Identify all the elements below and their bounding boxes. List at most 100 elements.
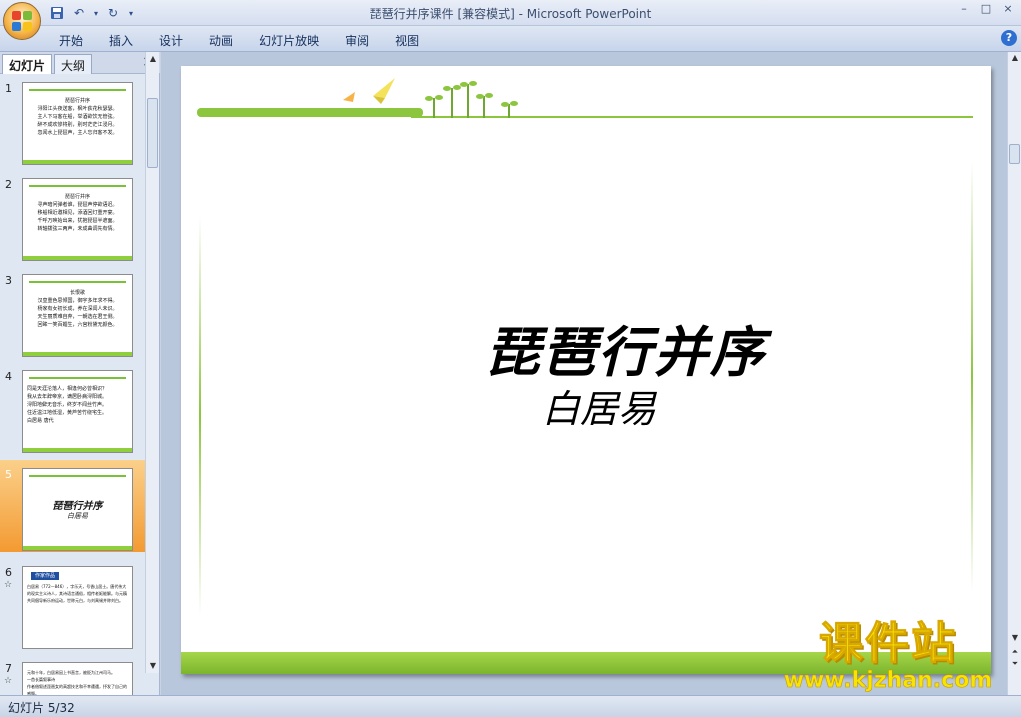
scroll-thumb[interactable] [147, 98, 158, 168]
animation-indicator-icon: ☆ [4, 676, 13, 686]
thumbnail-text: 元和十年，白居易因上书直言，被贬为江州司马。 一首长篇叙事诗 作者借叙述琵琶女的… [27, 670, 127, 695]
slide-title[interactable]: 琵琶行并序 [181, 308, 991, 387]
tab-review[interactable]: 审阅 [332, 30, 382, 51]
thumbnail-scrollbar[interactable]: ▲ ▼ [145, 52, 159, 673]
thumbnail-text: 琵琶行并序 寻声暗问弹者谁，琵琶声停欲语迟。 移船相近邀相见，添酒回灯重开宴。 … [37, 194, 118, 232]
slide-number: 5 [5, 468, 12, 481]
maximize-button[interactable]: □ [979, 2, 993, 16]
office-button[interactable] [3, 2, 41, 40]
sprout-decor [508, 104, 510, 118]
thumbnail-title: 琵琶行并序 [52, 501, 103, 512]
ribbon-tabs: 开始 插入 设计 动画 幻灯片放映 审阅 视图 [46, 30, 432, 51]
editor-scrollbar[interactable]: ▲ ▼ ⏶ ⏷ [1007, 52, 1021, 695]
tab-slideshow[interactable]: 幻灯片放映 [246, 30, 332, 51]
sprout-leaf [501, 102, 509, 107]
thumb-green-band [23, 448, 132, 452]
slide-number: 2 [5, 178, 12, 191]
decor-green-bar [197, 108, 423, 117]
tab-animation[interactable]: 动画 [196, 30, 246, 51]
sprout-leaf [476, 94, 484, 99]
tab-outline[interactable]: 大纲 [54, 54, 93, 74]
slide-number: 1 [5, 82, 12, 95]
thumbnail-row[interactable]: 2 琵琶行并序 寻声暗问弹者谁，琵琶声停欲语迟。 移船相近邀相见，添酒回灯重开宴… [0, 170, 145, 262]
close-button[interactable]: × [1001, 2, 1015, 16]
thumbnail-row[interactable]: 3 长恨歌 汉皇重色思倾国，御宇多年求不得。 杨家有女初长成，养在深闺人未识。 … [0, 266, 145, 358]
sprout-decor [483, 96, 485, 118]
status-bar: 幻灯片 5/32 [0, 695, 1021, 717]
title-bar: ↶ ▾ ↻ ▾ 琵琶行并序课件 [兼容模式] - Microsoft Power… [0, 0, 1021, 26]
panel-tabs: 幻灯片 大纲 × [0, 52, 160, 74]
thumb-green-line [29, 89, 126, 91]
thumb-green-band [23, 546, 132, 550]
watermark-url: www.kjzhan.com [783, 668, 993, 693]
previous-slide-icon[interactable]: ⏶ [1008, 646, 1021, 658]
thumbnail-row-selected[interactable]: 5 琵琶行并序 白居易 [0, 460, 145, 552]
thumbnail-text: 长恨歌 汉皇重色思倾国，御宇多年求不得。 杨家有女初长成，养在深闺人未识。 天生… [37, 290, 118, 328]
sprout-decor [451, 88, 453, 118]
thumbnail-text: 同是天涯沦落人，相逢何必曾相识？ 我从去年辞帝京，谪居卧病浔阳城。 浔阳地僻无音… [27, 386, 108, 424]
scroll-down-icon[interactable]: ▼ [1008, 632, 1021, 644]
next-slide-icon[interactable]: ⏷ [1008, 658, 1021, 670]
minimize-button[interactable]: – [957, 2, 971, 16]
thumb-green-line [29, 377, 126, 379]
thumbnail-row[interactable]: 6 ☆ 作家作品 白居易（772—846），字乐天，号香山居士。唐代伟大的现实主… [0, 558, 145, 650]
help-icon[interactable]: ? [1001, 30, 1017, 46]
decor-green-line [411, 116, 973, 118]
sprout-decor [433, 98, 435, 118]
thumbnail-row[interactable]: 1 琵琶行并序 浔阳江头夜送客，枫叶荻花秋瑟瑟。 主人下马客在船，举酒欲饮无管弦… [0, 74, 145, 166]
thumbnail-text: 琵琶行并序 浔阳江头夜送客，枫叶荻花秋瑟瑟。 主人下马客在船，举酒欲饮无管弦。 … [37, 98, 118, 136]
paper-plane-icon [343, 78, 395, 104]
slide-editor: 琵琶行并序 白居易 [161, 52, 1007, 695]
slide-thumbnail[interactable]: 元和十年，白居易因上书直言，被贬为江州司马。 一首长篇叙事诗 作者借叙述琵琶女的… [22, 662, 133, 695]
watermark-text: 课件站 [819, 618, 957, 670]
thumbnail-header: 作家作品 [31, 572, 60, 580]
slide-thumbnail[interactable]: 长恨歌 汉皇重色思倾国，御宇多年求不得。 杨家有女初长成，养在深闺人未识。 天生… [22, 274, 133, 357]
slide-number: 6 [5, 566, 12, 579]
thumb-green-band [23, 352, 132, 356]
tab-design[interactable]: 设计 [146, 30, 196, 51]
slide-thumbnail[interactable]: 同是天涯沦落人，相逢何必曾相识？ 我从去年辞帝京，谪居卧病浔阳城。 浔阳地僻无音… [22, 370, 133, 453]
ribbon: 开始 插入 设计 动画 幻灯片放映 审阅 视图 ? [0, 26, 1021, 52]
thumb-green-band [23, 256, 132, 260]
slide-subtitle[interactable]: 白居易 [181, 378, 991, 433]
window-controls: – □ × [957, 2, 1015, 16]
office-logo-icon [12, 11, 32, 31]
thumbnail-subtitle: 白居易 [67, 512, 88, 520]
tab-insert[interactable]: 插入 [96, 30, 146, 51]
thumb-green-line [29, 185, 126, 187]
sprout-leaf [510, 101, 518, 106]
sprout-leaf [425, 96, 433, 101]
scroll-up-icon[interactable]: ▲ [146, 52, 160, 66]
scroll-down-icon[interactable]: ▼ [146, 659, 160, 673]
slide-thumbnail[interactable]: 琵琶行并序 浔阳江头夜送客，枫叶荻花秋瑟瑟。 主人下马客在船，举酒欲饮无管弦。 … [22, 82, 133, 165]
tab-home[interactable]: 开始 [46, 30, 96, 51]
thumb-green-line [29, 281, 126, 283]
thumbnail-text: 白居易（772—846），字乐天，号香山居士。唐代伟大的现实主义诗人，其诗语言通… [27, 584, 127, 603]
slide-thumbnail[interactable]: 琵琶行并序 白居易 [22, 468, 133, 551]
watermark-logo: 课件站 www.kjzhan.com [770, 618, 1006, 694]
sprout-leaf [443, 86, 451, 91]
thumbnail-list: 1 琵琶行并序 浔阳江头夜送客，枫叶荻花秋瑟瑟。 主人下马客在船，举酒欲饮无管弦… [0, 74, 145, 695]
slide-thumbnail[interactable]: 琵琶行并序 寻声暗问弹者谁，琵琶声停欲语迟。 移船相近邀相见，添酒回灯重开宴。 … [22, 178, 133, 261]
scroll-up-icon[interactable]: ▲ [1008, 52, 1021, 64]
slide-canvas[interactable]: 琵琶行并序 白居易 [181, 66, 991, 674]
tab-view[interactable]: 视图 [382, 30, 432, 51]
slide-number: 7 [5, 662, 12, 675]
window-title: 琵琶行并序课件 [兼容模式] - Microsoft PowerPoint [369, 7, 652, 21]
slide-number: 4 [5, 370, 12, 383]
sprout-leaf [435, 95, 443, 100]
thumb-green-band [23, 160, 132, 164]
sprout-leaf [460, 82, 468, 87]
scroll-thumb[interactable] [1009, 144, 1020, 164]
slides-panel: 幻灯片 大纲 × 1 琵琶行并序 浔阳江头夜送客，枫叶荻花秋瑟瑟。 主人下马客在… [0, 52, 160, 695]
sprout-decor [467, 84, 469, 118]
sprout-leaf [485, 93, 493, 98]
thumbnail-row[interactable]: 7 ☆ 元和十年，白居易因上书直言，被贬为江州司马。 一首长篇叙事诗 作者借叙述… [0, 654, 145, 695]
slide-thumbnail[interactable]: 作家作品 白居易（772—846），字乐天，号香山居士。唐代伟大的现实主义诗人，… [22, 566, 133, 649]
sprout-leaf [469, 81, 477, 86]
slide-counter: 幻灯片 5/32 [8, 701, 75, 715]
thumbnail-row[interactable]: 4 同是天涯沦落人，相逢何必曾相识？ 我从去年辞帝京，谪居卧病浔阳城。 浔阳地僻… [0, 362, 145, 454]
animation-indicator-icon: ☆ [4, 580, 13, 590]
tab-slides[interactable]: 幻灯片 [2, 54, 53, 74]
slide-number: 3 [5, 274, 12, 287]
